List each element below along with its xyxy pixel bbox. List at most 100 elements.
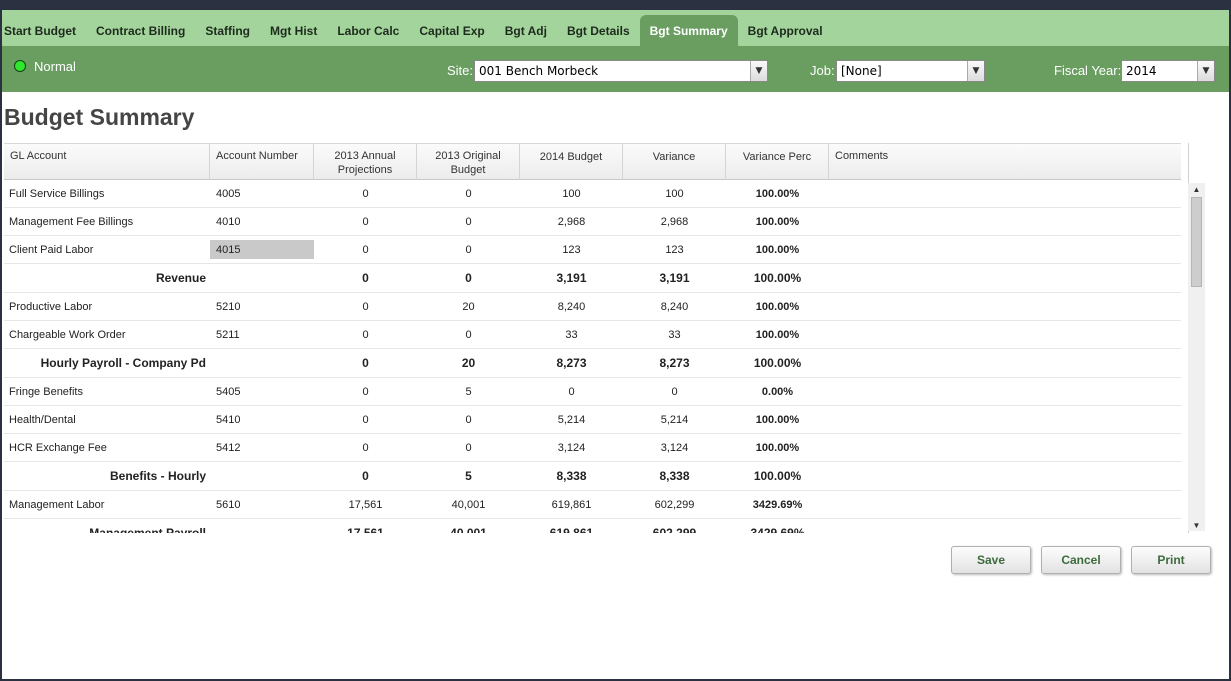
cell-gl-account: Productive Labor [9, 300, 93, 313]
cell-account-number: 4005 [216, 187, 241, 200]
table-row[interactable]: Management Labor 5610 17,561 40,001 619,861 6… [4, 491, 1181, 519]
cell-annual-projections: 0 [362, 215, 369, 228]
cell-variance: 8,273 [659, 356, 690, 370]
tab-mgt-hist[interactable]: Mgt Hist [260, 16, 327, 46]
cell-comments [829, 491, 1181, 518]
cell-account-number: 5210 [216, 300, 241, 313]
grid-scrollbar[interactable]: ▲ ▼ [1188, 183, 1205, 531]
col-header-gl-account[interactable]: GL Account [4, 144, 210, 180]
status-indicator-icon [14, 60, 26, 72]
table-row[interactable]: Client Paid Labor 4015 0 0 123 123 100.00% [4, 236, 1181, 264]
cell-annual-projections: 0 [362, 300, 369, 313]
cell-annual-projections: 0 [362, 328, 369, 341]
cell-variance-perc: 100.00% [755, 441, 800, 454]
chevron-down-icon[interactable]: ▼ [1197, 61, 1214, 81]
cell-comments [829, 349, 1181, 377]
job-select[interactable]: [None] ▼ [836, 60, 985, 82]
save-button[interactable]: Save [951, 546, 1031, 574]
scroll-up-icon[interactable]: ▲ [1188, 183, 1205, 195]
cell-variance-perc: 100.00% [753, 356, 802, 370]
print-button[interactable]: Print [1131, 546, 1211, 574]
col-header-annual-projections[interactable]: 2013 Annual Projections [314, 144, 417, 180]
cell-annual-projections: 0 [362, 356, 369, 370]
tab-bgt-adj[interactable]: Bgt Adj [495, 16, 557, 46]
cell-variance-perc: 3429.69% [750, 526, 805, 533]
subtotal-row[interactable]: Hourly Payroll - Company Pd 0 20 8,273 8,273… [4, 349, 1181, 378]
scroll-down-icon[interactable]: ▼ [1188, 519, 1205, 531]
fiscal-year-select[interactable]: 2014 ▼ [1121, 60, 1215, 82]
col-header-variance-perc[interactable]: Variance Perc [726, 144, 829, 180]
cell-original-budget: 20 [461, 356, 476, 370]
col-header-comments[interactable]: Comments [829, 144, 1181, 180]
tab-bgt-details[interactable]: Bgt Details [557, 16, 640, 46]
table-row[interactable]: Productive Labor 5210 0 20 8,240 8,240 100.00% [4, 293, 1181, 321]
subtotal-row[interactable]: Management Payroll 17,561 40,001 619,861 602… [4, 519, 1181, 533]
cell-annual-projections: 0 [362, 441, 369, 454]
cell-budget: 8,338 [556, 469, 587, 483]
cell-variance-perc: 100.00% [755, 413, 800, 426]
cell-gl-account: Chargeable Work Order [9, 328, 126, 341]
chevron-down-icon[interactable]: ▼ [967, 61, 984, 81]
cell-comments [829, 434, 1181, 461]
app-frame: Start Budget Contract Billing Staffing Mgt … [0, 0, 1231, 681]
tab-labor-calc[interactable]: Labor Calc [327, 16, 409, 46]
cell-budget: 619,861 [549, 526, 594, 533]
fiscal-year-label: Fiscal Year: [1054, 63, 1122, 78]
cell-budget: 0 [568, 385, 575, 398]
tab-bgt-summary[interactable]: Bgt Summary [639, 15, 738, 46]
cell-variance: 602,299 [654, 498, 695, 511]
col-header-line: 2013 Annual [334, 149, 396, 162]
cancel-button[interactable]: Cancel [1041, 546, 1121, 574]
cell-gl-account: Hourly Payroll - Company Pd [40, 356, 206, 370]
col-header-variance[interactable]: Variance [623, 144, 726, 180]
table-row[interactable]: Full Service Billings 4005 0 0 100 100 100.00% [4, 180, 1181, 208]
col-header-line: 2013 Original [435, 149, 501, 162]
table-row[interactable]: Fringe Benefits 5405 0 5 0 0 0.00% [4, 378, 1181, 406]
cell-budget: 3,124 [557, 441, 586, 454]
cell-comments [829, 236, 1181, 263]
col-header-line: Projections [337, 163, 393, 176]
tab-contract-billing[interactable]: Contract Billing [86, 16, 195, 46]
cell-annual-projections: 17,561 [347, 526, 384, 533]
cell-variance-perc: 100.00% [753, 469, 802, 483]
cell-comments [829, 264, 1181, 292]
cell-variance-perc: 3429.69% [752, 498, 803, 511]
selected-account-value: 4015 [210, 240, 314, 259]
site-label: Site: [447, 63, 474, 78]
grid-body: Full Service Billings 4005 0 0 100 100 100.00%… [4, 180, 1181, 533]
table-row[interactable]: Chargeable Work Order 5211 0 0 33 33 100.00% [4, 321, 1181, 349]
table-row[interactable]: Management Fee Billings 4010 0 0 2,968 2,968 1… [4, 208, 1181, 236]
cell-account-number: 4010 [216, 215, 241, 228]
tab-capital-exp[interactable]: Capital Exp [409, 16, 494, 46]
tab-staffing[interactable]: Staffing [195, 16, 260, 46]
cell-annual-projections: 0 [362, 243, 369, 256]
chevron-down-icon[interactable]: ▼ [750, 61, 767, 81]
cell-annual-projections: 17,561 [348, 498, 383, 511]
subtotal-row[interactable]: Benefits - Hourly 0 5 8,338 8,338 100.00% [4, 462, 1181, 491]
col-header-original-budget[interactable]: 2013 Original Budget [417, 144, 520, 180]
col-header-budget[interactable]: 2014 Budget [520, 144, 623, 180]
cell-budget: 33 [565, 328, 578, 341]
cell-comments [829, 519, 1181, 533]
cell-original-budget: 0 [465, 413, 472, 426]
tab-bar: Start Budget Contract Billing Staffing Mgt … [2, 10, 1229, 46]
table-row[interactable]: HCR Exchange Fee 5412 0 0 3,124 3,124 100.00% [4, 434, 1181, 462]
table-row[interactable]: Health/Dental 5410 0 0 5,214 5,214 100.00% [4, 406, 1181, 434]
cell-comments [829, 321, 1181, 348]
col-header-account-number[interactable]: Account Number [210, 144, 314, 180]
scroll-thumb[interactable] [1191, 197, 1202, 287]
tab-bgt-approval[interactable]: Bgt Approval [738, 16, 833, 46]
subtotal-row[interactable]: Revenue 0 0 3,191 3,191 100.00% [4, 264, 1181, 293]
cell-original-budget: 0 [465, 187, 472, 200]
cell-account-number[interactable]: 4015 [210, 236, 314, 263]
tab-start-budget[interactable]: Start Budget [2, 16, 86, 46]
cell-annual-projections: 0 [362, 385, 369, 398]
cell-budget: 8,273 [556, 356, 587, 370]
cell-variance-perc: 0.00% [761, 385, 794, 398]
site-select[interactable]: 001 Bench Morbeck ▼ [474, 60, 768, 82]
cell-gl-account: Benefits - Hourly [109, 469, 206, 483]
cell-annual-projections: 0 [362, 469, 369, 483]
cell-variance: 5,214 [660, 413, 689, 426]
col-header-line: Budget [450, 163, 486, 176]
cell-account-number: 5610 [216, 498, 241, 511]
